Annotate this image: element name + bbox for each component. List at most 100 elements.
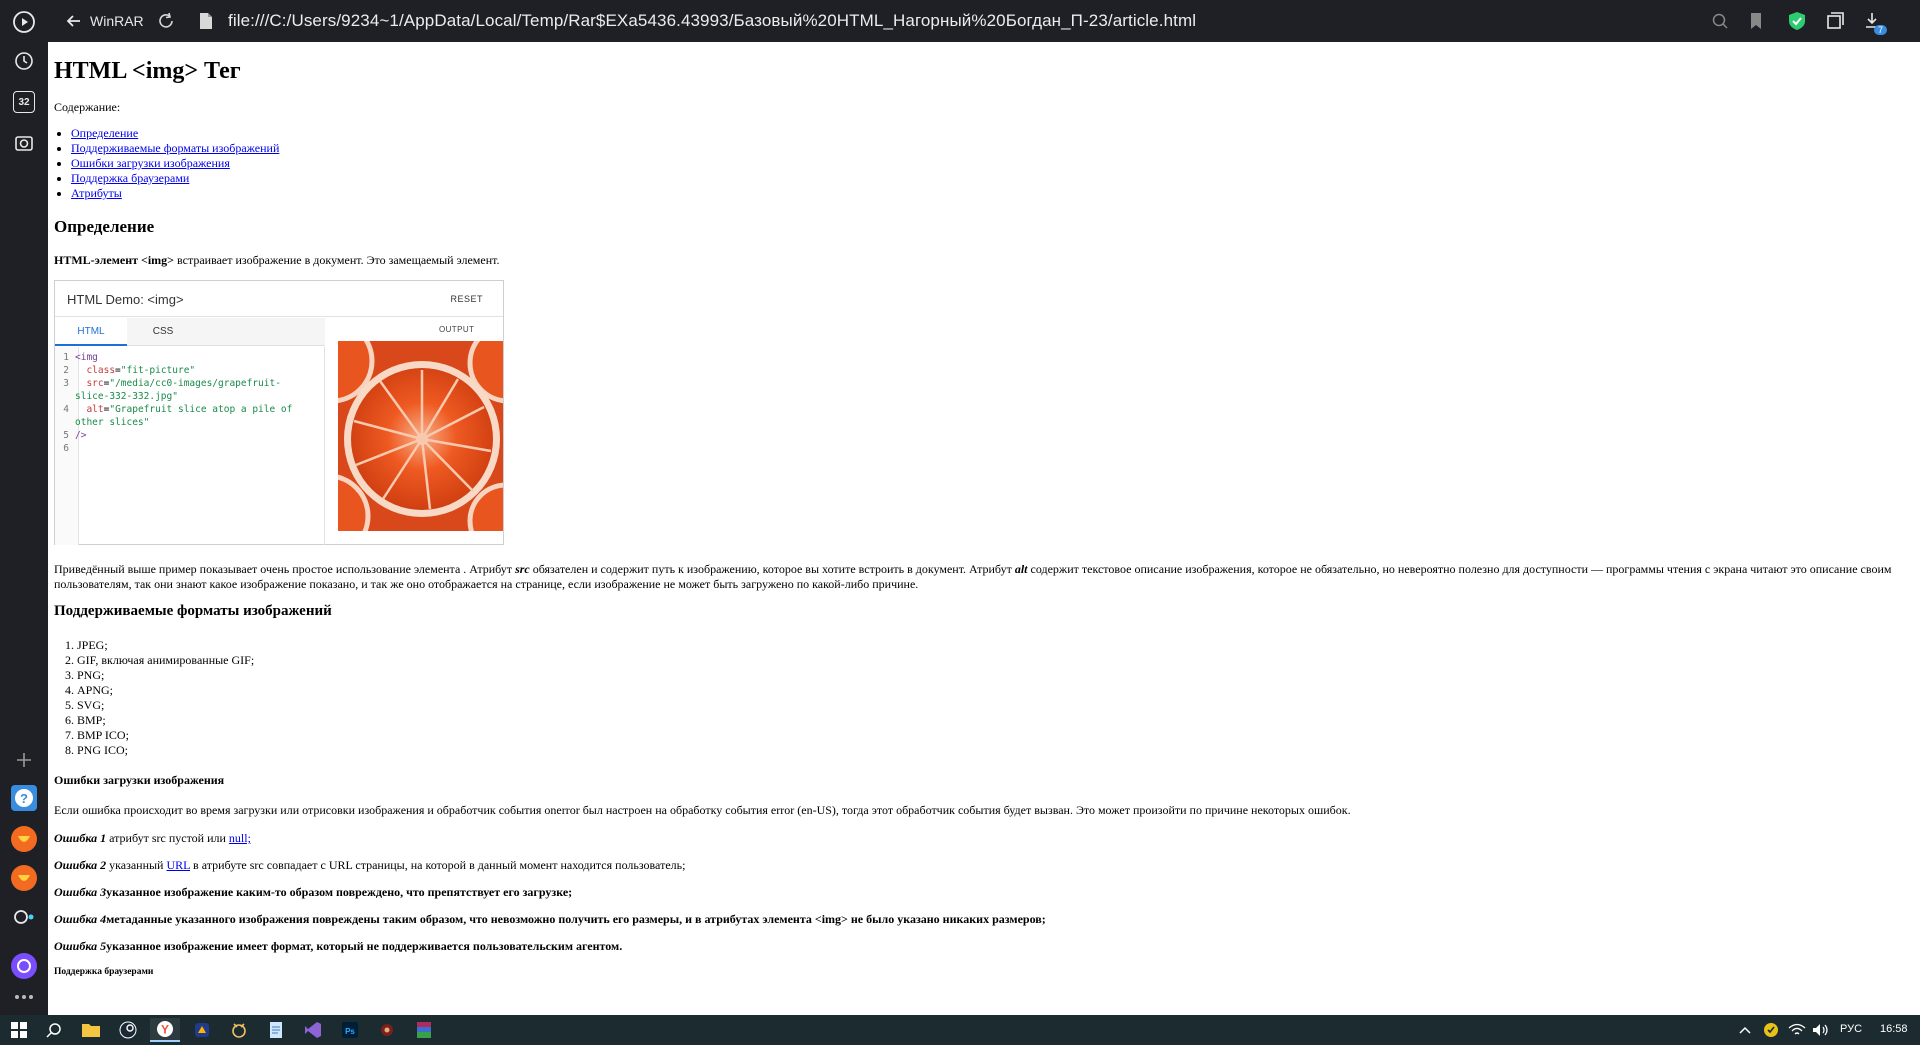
svg-text:?: ? xyxy=(20,791,28,806)
list-item: JPEG; xyxy=(77,638,254,653)
protect-shield-icon[interactable] xyxy=(1787,11,1807,31)
list-item: GIF, включая анимированные GIF; xyxy=(77,653,254,668)
toggle-app-icon[interactable] xyxy=(11,904,37,930)
browser-sidebar: 32 ? xyxy=(0,0,48,1015)
address-bar: WinRAR file:///C:/Users/9234~1/AppData/L… xyxy=(48,0,1920,42)
svg-text:Ps: Ps xyxy=(345,1027,355,1036)
alice-assistant-icon[interactable] xyxy=(11,953,37,979)
error-4: Ошибка 4метаданные указанного изображени… xyxy=(54,912,1046,927)
description-paragraph: Приведённый выше пример показывает очень… xyxy=(54,562,1914,592)
code-line: 4 alt="Grapefruit slice atop a pile of xyxy=(55,403,325,416)
null-link[interactable]: null; xyxy=(229,831,251,845)
line-number: 2 xyxy=(63,365,69,376)
app-icon-1[interactable] xyxy=(187,1018,217,1042)
url-text[interactable]: file:///C:/Users/9234~1/AppData/Local/Te… xyxy=(228,11,1196,31)
code-token: "fit-picture" xyxy=(120,365,196,376)
toc-item: Поддержка браузерами xyxy=(71,171,279,186)
description-src-keyword: src xyxy=(515,562,530,576)
code-line: slice-332-332.jpg" xyxy=(55,390,325,403)
photoshop-icon[interactable]: Ps xyxy=(335,1018,365,1042)
search-icon[interactable] xyxy=(39,1018,69,1042)
list-item: APNG; xyxy=(77,683,254,698)
code-line: other slices" xyxy=(55,416,325,429)
toc-item: Поддерживаемые форматы изображений xyxy=(71,141,279,156)
error-3: Ошибка 3указанное изображение каким-то о… xyxy=(54,885,572,900)
toc-link-browser-support[interactable]: Поддержка браузерами xyxy=(71,171,189,185)
svg-text:Y: Y xyxy=(161,1023,169,1037)
clock[interactable]: 16:58 xyxy=(1880,1023,1908,1035)
app-icon-2[interactable] xyxy=(224,1018,254,1042)
demo-reset-button[interactable]: RESET xyxy=(450,294,483,304)
line-number: 1 xyxy=(63,352,69,363)
url-link[interactable]: URL xyxy=(166,858,190,872)
code-token: slice-332-332.jpg" xyxy=(75,391,178,402)
volume-icon[interactable] xyxy=(1810,1018,1832,1042)
downloads-icon[interactable]: 7 xyxy=(1863,11,1887,35)
demo-title: HTML Demo: <img> xyxy=(67,292,184,307)
list-item: BMP; xyxy=(77,713,254,728)
history-icon[interactable] xyxy=(8,45,40,77)
error-2-label: Ошибка 2 xyxy=(54,858,107,872)
line-number: 3 xyxy=(63,378,69,389)
help-app-icon[interactable]: ? xyxy=(11,785,37,811)
tray-chevron-up-icon[interactable] xyxy=(1735,1018,1755,1042)
yandex-browser-icon[interactable]: Y xyxy=(150,1018,180,1042)
file-icon xyxy=(196,11,216,31)
description-text-1: Приведённый выше пример показывает очень… xyxy=(54,562,516,576)
windows-start-icon[interactable] xyxy=(4,1018,34,1042)
notepad-icon[interactable] xyxy=(261,1018,291,1042)
winrar-icon[interactable] xyxy=(409,1018,439,1042)
html-demo-widget: HTML Demo: <img> RESET HTML CSS OUTPUT 1… xyxy=(54,280,504,545)
error-1: Ошибка 1 атрибут src пустой или null; xyxy=(54,831,251,846)
store-app-icon[interactable] xyxy=(11,865,37,891)
page-viewport: HTML <img> Тег Содержание: Определение П… xyxy=(48,42,1920,1015)
more-icon[interactable] xyxy=(8,986,40,1008)
code-token: alt xyxy=(75,404,104,415)
toc-link-errors[interactable]: Ошибки загрузки изображения xyxy=(71,156,230,170)
error-1-label: Ошибка 1 xyxy=(54,831,107,845)
error-1-text: атрибут src пустой или xyxy=(106,831,229,845)
code-line: 2 class="fit-picture" xyxy=(55,364,325,377)
add-icon[interactable] xyxy=(8,744,40,776)
market-app-icon[interactable] xyxy=(11,826,37,852)
play-icon[interactable] xyxy=(8,6,40,38)
description-alt-keyword: alt xyxy=(1014,562,1028,576)
toc-link-attributes[interactable]: Атрибуты xyxy=(71,186,122,200)
visual-studio-icon[interactable] xyxy=(298,1018,328,1042)
code-token: "Grapefruit slice atop a pile of xyxy=(109,404,293,415)
app-icon-3[interactable] xyxy=(372,1018,402,1042)
screenshot-icon[interactable] xyxy=(8,127,40,159)
file-explorer-icon[interactable] xyxy=(76,1018,106,1042)
tabs-collection-icon[interactable] xyxy=(1825,11,1845,31)
code-line: 3 src="/media/cc0-images/grapefruit- xyxy=(55,377,325,390)
language-indicator[interactable]: РУС xyxy=(1840,1023,1862,1035)
definition-paragraph: HTML-элемент <img> встраивает изображени… xyxy=(54,253,500,268)
calendar-badge: 32 xyxy=(13,91,35,113)
section-formats-heading: Поддерживаемые форматы изображений xyxy=(54,603,332,619)
search-page-icon[interactable] xyxy=(1710,11,1730,31)
error-4-label: Ошибка 4 xyxy=(54,912,107,926)
toc-link-formats[interactable]: Поддерживаемые форматы изображений xyxy=(71,141,279,155)
back-button[interactable]: WinRAR xyxy=(60,8,150,34)
demo-header: HTML Demo: <img> RESET xyxy=(55,281,503,317)
reload-icon[interactable] xyxy=(156,11,176,31)
errors-intro: Если ошибка происходит во время загрузки… xyxy=(54,803,1351,817)
tab-html[interactable]: HTML xyxy=(55,318,127,346)
toc-label: Содержание: xyxy=(54,100,121,114)
toc-link-definition[interactable]: Определение xyxy=(71,126,138,140)
calendar-icon[interactable]: 32 xyxy=(8,86,40,118)
bookmark-icon[interactable] xyxy=(1746,11,1766,31)
code-token: <img xyxy=(75,352,98,363)
steam-icon[interactable] xyxy=(113,1018,143,1042)
section-errors-heading: Ошибки загрузки изображения xyxy=(54,773,225,787)
list-item: PNG ICO; xyxy=(77,743,254,758)
tray-app-icon[interactable] xyxy=(1760,1018,1782,1042)
toc-item: Атрибуты xyxy=(71,186,279,201)
back-button-label: WinRAR xyxy=(90,13,144,29)
code-editor[interactable]: 1 <img 2 class="fit-picture" 3 src="/media/… xyxy=(55,347,325,545)
code-token: class xyxy=(75,365,116,376)
error-2-text-b: в атрибуте src совпадает с URL страницы,… xyxy=(190,858,686,872)
code-token: "/media/cc0-images/grapefruit- xyxy=(109,378,281,389)
tab-css[interactable]: CSS xyxy=(127,318,199,346)
wifi-icon[interactable] xyxy=(1786,1018,1808,1042)
